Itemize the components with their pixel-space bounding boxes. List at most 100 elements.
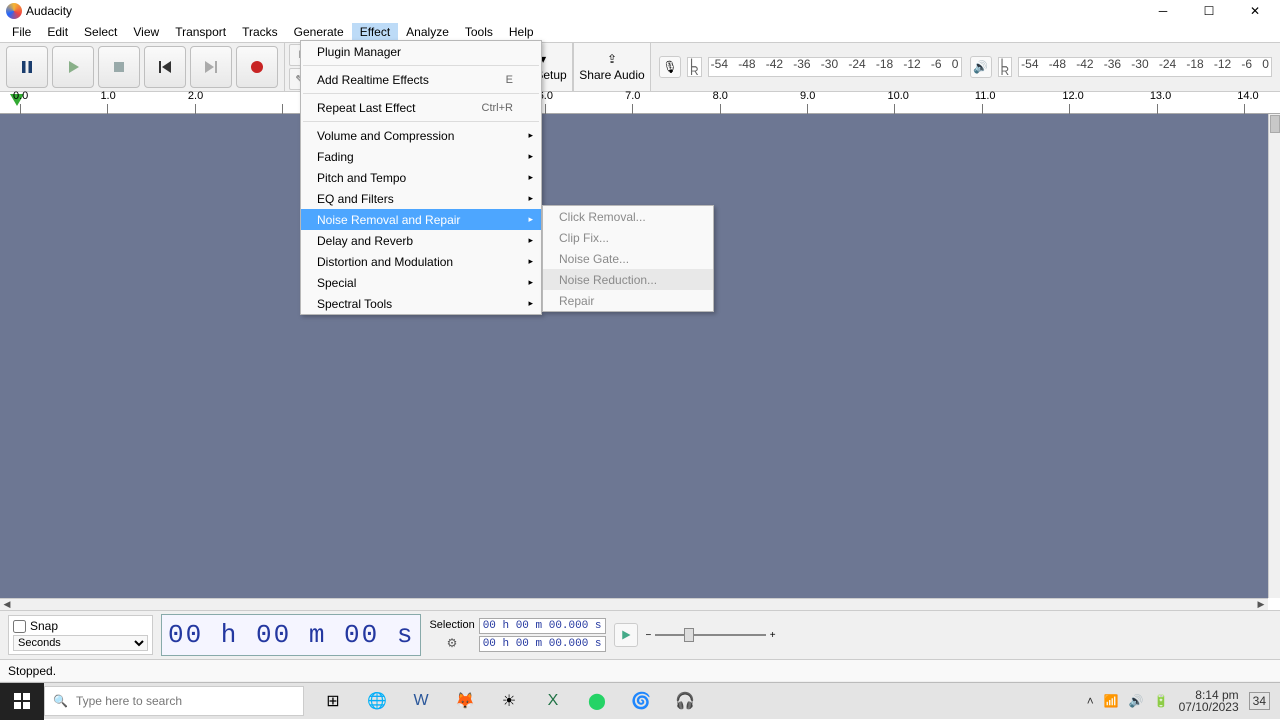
- selection-start[interactable]: 00 h 00 m 00.000 s: [479, 618, 606, 634]
- stop-button[interactable]: [98, 46, 140, 88]
- transport-controls: [0, 43, 284, 91]
- pause-button[interactable]: [6, 46, 48, 88]
- play-lr-icon: LR: [998, 57, 1013, 77]
- scroll-left-button[interactable]: ◀: [0, 599, 14, 611]
- effect-item-repeat-last-effect[interactable]: Repeat Last EffectCtrl+R: [301, 97, 541, 118]
- window-controls: ─ ☐ ✕: [1140, 0, 1278, 22]
- scroll-right-button[interactable]: ▶: [1254, 599, 1268, 611]
- effect-item-fading[interactable]: Fading▸: [301, 146, 541, 167]
- microphone-icon: 🎙: [659, 56, 681, 78]
- menu-generate[interactable]: Generate: [286, 23, 352, 41]
- tray-volume-icon[interactable]: 🔊: [1129, 694, 1144, 708]
- audacity-logo-icon: [6, 3, 22, 19]
- menu-edit[interactable]: Edit: [39, 23, 76, 41]
- excel-app-icon[interactable]: X: [532, 683, 574, 720]
- snap-label: Snap: [30, 619, 58, 633]
- system-tray: ˄ 📶 🔊 🔋 8:14 pm 07/10/2023 34: [1077, 689, 1280, 713]
- menu-tracks[interactable]: Tracks: [234, 23, 286, 41]
- task-view-button[interactable]: ⊞: [312, 683, 354, 720]
- snap-checkbox[interactable]: Snap: [13, 619, 148, 633]
- effect-item-eq-and-filters[interactable]: EQ and Filters▸: [301, 188, 541, 209]
- playback-meter[interactable]: 🔊 LR -54-48-42-36-30-24-18-12-60: [970, 56, 1273, 78]
- notifications-button[interactable]: 34: [1249, 692, 1270, 710]
- menu-select[interactable]: Select: [76, 23, 125, 41]
- chrome-app-icon[interactable]: 🌐: [356, 683, 398, 720]
- menu-analyze[interactable]: Analyze: [398, 23, 457, 41]
- share-audio-label: Share Audio: [579, 68, 644, 82]
- selection-settings-icon[interactable]: ⚙: [444, 635, 460, 651]
- effect-item-distortion-and-modulation[interactable]: Distortion and Modulation▸: [301, 251, 541, 272]
- recording-meter[interactable]: 🎙 LR -54-48-42-36-30-24-18-12-60: [659, 56, 962, 78]
- effect-item-volume-and-compression[interactable]: Volume and Compression▸: [301, 125, 541, 146]
- rec-scale: -54-48-42-36-30-24-18-12-60: [708, 57, 962, 77]
- snap-box: Snap Seconds: [8, 615, 153, 655]
- snap-unit-select[interactable]: Seconds: [13, 635, 148, 651]
- effect-menu-dropdown: Plugin Manager Add Realtime EffectsE Repea…: [300, 40, 542, 315]
- noise-item-repair[interactable]: Repair: [543, 290, 713, 311]
- bottom-toolbar: Snap Seconds 00 h 00 m 00 s Selection ⚙ …: [0, 610, 1280, 682]
- playback-speaker-icon: 🔊: [970, 56, 992, 78]
- effect-item-special[interactable]: Special▸: [301, 272, 541, 293]
- menu-file[interactable]: File: [4, 23, 39, 41]
- play-at-speed-button[interactable]: [614, 623, 638, 647]
- taskbar-apps: ⊞ 🌐 W 🦊 ☀ X ⬤ 🌀 🎧: [312, 683, 706, 720]
- meters-area: 🎙 LR -54-48-42-36-30-24-18-12-60 🔊 LR -5…: [651, 43, 1280, 91]
- time-display[interactable]: 00 h 00 m 00 s: [161, 614, 421, 656]
- close-button[interactable]: ✕: [1232, 0, 1278, 22]
- effect-item-spectral-tools[interactable]: Spectral Tools▸: [301, 293, 541, 314]
- playback-speed-slider[interactable]: − +: [646, 625, 776, 645]
- window-title: Audacity: [26, 4, 72, 18]
- skip-start-button[interactable]: [144, 46, 186, 88]
- search-placeholder: Type here to search: [76, 694, 182, 708]
- selection-end[interactable]: 00 h 00 m 00.000 s: [479, 636, 606, 652]
- skip-end-button[interactable]: [190, 46, 232, 88]
- audacity-app-icon[interactable]: 🎧: [664, 683, 706, 720]
- search-icon: 🔍: [53, 694, 68, 708]
- slider-knob[interactable]: [684, 628, 694, 642]
- tray-clock[interactable]: 8:14 pm 07/10/2023: [1179, 689, 1239, 713]
- word-app-icon[interactable]: W: [400, 683, 442, 720]
- effect-item-pitch-and-tempo[interactable]: Pitch and Tempo▸: [301, 167, 541, 188]
- scroll-thumb[interactable]: [1270, 115, 1280, 133]
- tray-network-icon[interactable]: 📶: [1104, 694, 1119, 708]
- effect-item-add-realtime-effects[interactable]: Add Realtime EffectsE: [301, 69, 541, 90]
- noise-item-noise-gate-[interactable]: Noise Gate...: [543, 248, 713, 269]
- menu-tools[interactable]: Tools: [457, 23, 501, 41]
- maximize-button[interactable]: ☐: [1186, 0, 1232, 22]
- play-button[interactable]: [52, 46, 94, 88]
- firefox-app-icon[interactable]: 🦊: [444, 683, 486, 720]
- noise-item-click-removal-[interactable]: Click Removal...: [543, 206, 713, 227]
- effect-item-delay-and-reverb[interactable]: Delay and Reverb▸: [301, 230, 541, 251]
- menu-transport[interactable]: Transport: [167, 23, 234, 41]
- windows-taskbar: 🔍 Type here to search ⊞ 🌐 W 🦊 ☀ X ⬤ 🌀 🎧 …: [0, 682, 1280, 719]
- effect-item-noise-removal-and-repair[interactable]: Noise Removal and Repair▸: [301, 209, 541, 230]
- vertical-scrollbar[interactable]: [1268, 114, 1280, 598]
- status-text: Stopped.: [8, 664, 56, 678]
- noise-item-clip-fix-[interactable]: Clip Fix...: [543, 227, 713, 248]
- minimize-button[interactable]: ─: [1140, 0, 1186, 22]
- titlebar: Audacity ─ ☐ ✕: [0, 0, 1280, 22]
- menu-help[interactable]: Help: [501, 23, 542, 41]
- timeline-ruler[interactable]: 0.01.02.06.07.08.09.010.011.012.013.014.…: [0, 92, 1280, 114]
- whatsapp-app-icon[interactable]: ⬤: [576, 683, 618, 720]
- clock-date: 07/10/2023: [1179, 701, 1239, 713]
- horizontal-scrollbar[interactable]: ◀ ▶: [0, 598, 1268, 610]
- menu-view[interactable]: View: [125, 23, 167, 41]
- noise-item-noise-reduction-[interactable]: Noise Reduction...: [543, 269, 713, 290]
- noise-removal-submenu: Click Removal...Clip Fix...Noise Gate...…: [542, 205, 714, 312]
- rec-lr-icon: LR: [687, 57, 702, 77]
- tray-battery-icon[interactable]: 🔋: [1154, 694, 1169, 708]
- track-area[interactable]: [0, 114, 1268, 598]
- toolbar: I ∿ ✎ ✶ ✂ ⧉ 📋 ⟲ ⟳ ↶ ＋ － ⤢ ⇔ 🔍 ⌕: [0, 42, 1280, 92]
- taskbar-search[interactable]: 🔍 Type here to search: [44, 686, 304, 716]
- effect-item-plugin-manager[interactable]: Plugin Manager: [301, 41, 541, 62]
- record-button[interactable]: [236, 46, 278, 88]
- menu-effect[interactable]: Effect: [352, 23, 398, 41]
- start-button[interactable]: [0, 683, 44, 720]
- tray-chevron-icon[interactable]: ˄: [1087, 694, 1094, 708]
- edge-app-icon[interactable]: 🌀: [620, 683, 662, 720]
- share-audio-button[interactable]: ⇪ Share Audio: [573, 43, 651, 91]
- weather-app-icon[interactable]: ☀: [488, 683, 530, 720]
- selection-label: Selection: [429, 619, 474, 631]
- share-icon: ⇪: [607, 52, 617, 66]
